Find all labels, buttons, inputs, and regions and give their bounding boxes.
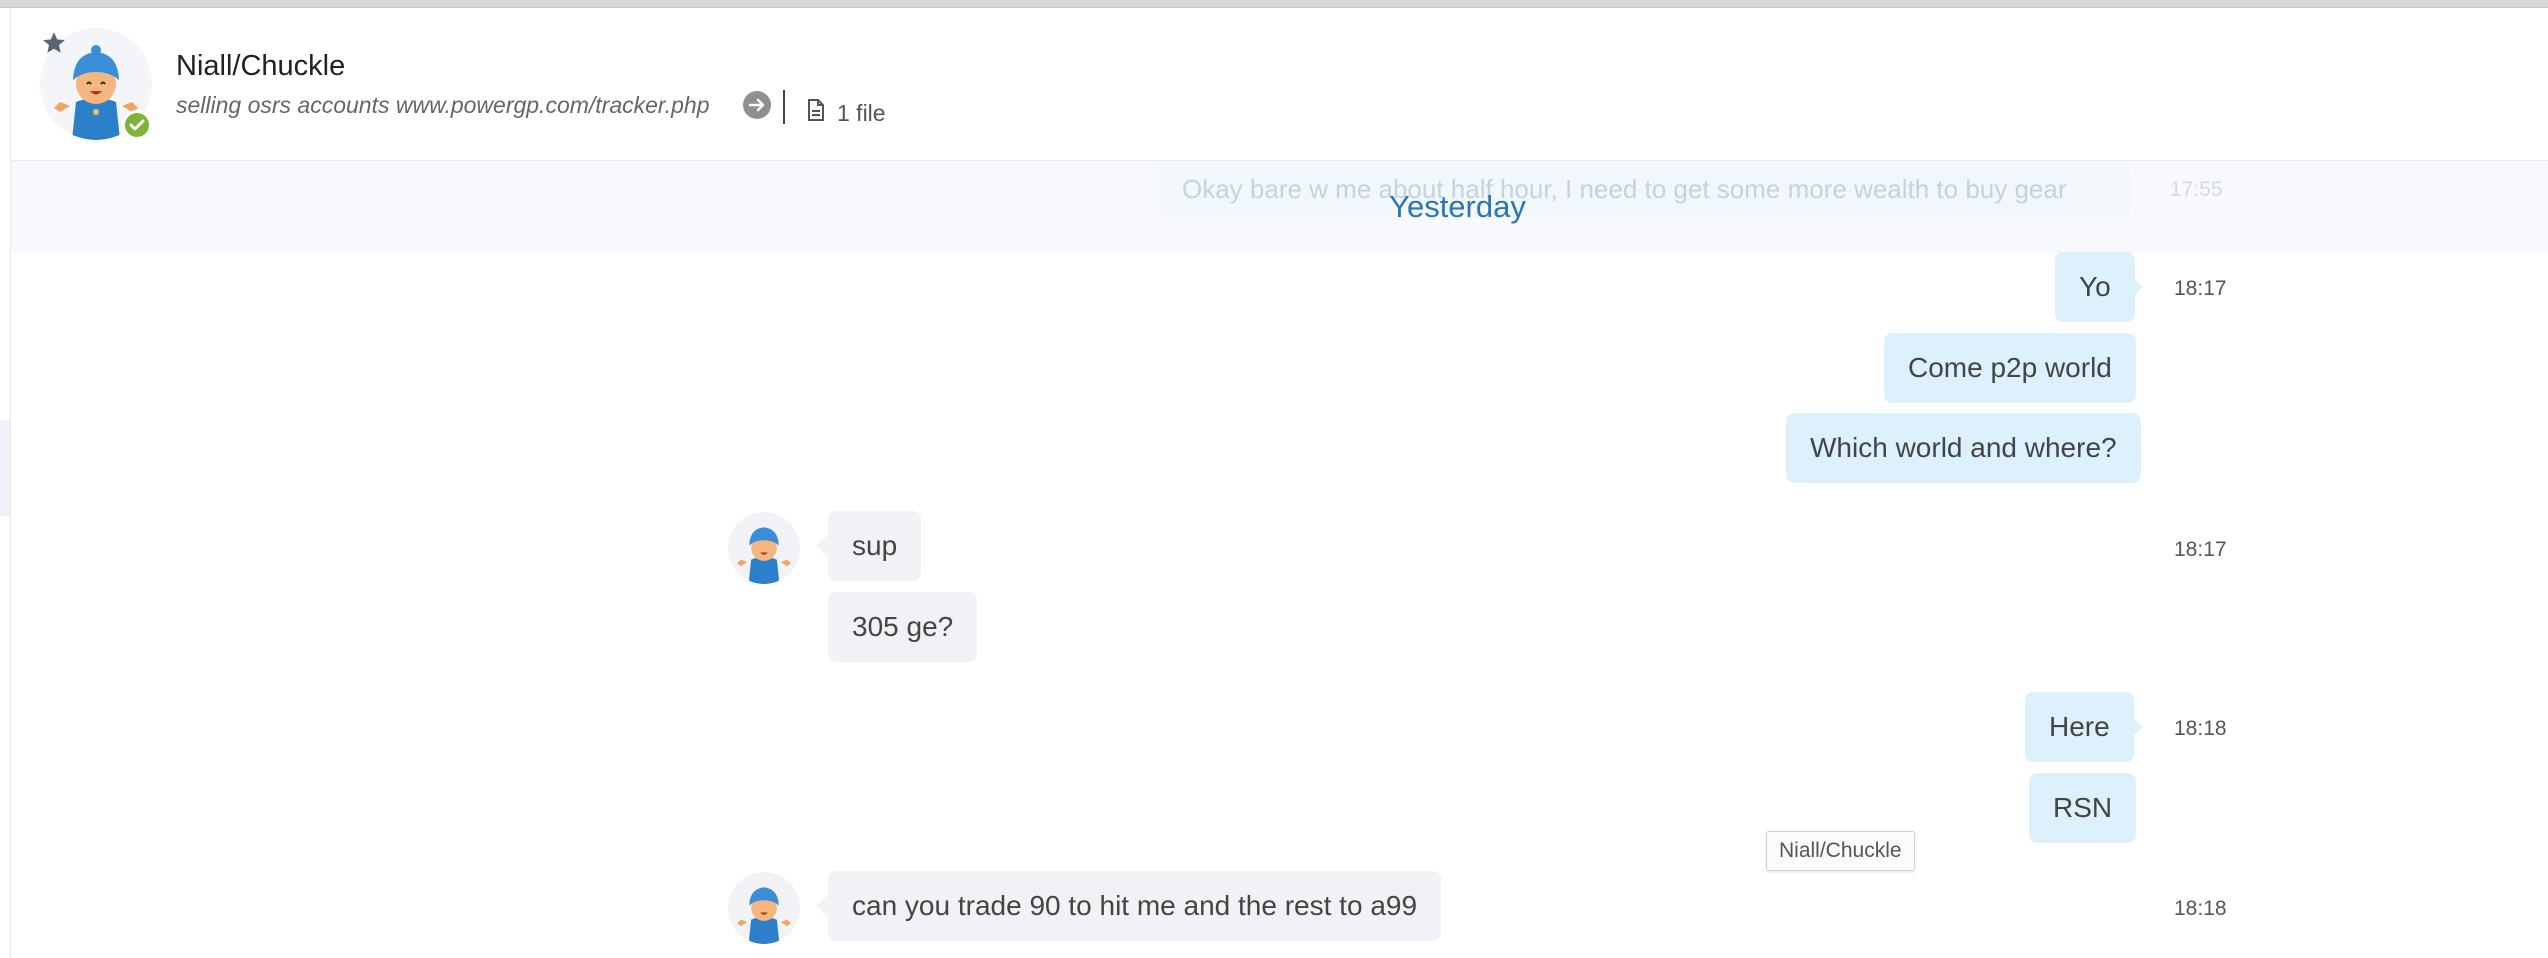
sender-avatar[interactable]: [728, 512, 800, 584]
favorite-star-icon[interactable]: [41, 30, 67, 56]
contact-status-message: selling osrs accounts www.powergp.com/tr…: [176, 92, 710, 118]
previous-message-time: 17:55: [2170, 178, 2223, 201]
message-bubble-incoming[interactable]: can you trade 90 to hit me and the rest …: [828, 871, 1442, 941]
online-status-badge: [122, 110, 152, 140]
contact-name[interactable]: Niall/Chuckle: [176, 50, 345, 83]
window-top-strip: [0, 0, 2548, 8]
bubble-tail: [816, 535, 828, 557]
message-time: 18:17: [2174, 277, 2227, 300]
message-bubble-outgoing[interactable]: Yo: [2055, 252, 2135, 322]
message-bubble-incoming[interactable]: sup: [828, 511, 922, 581]
chat-header: Niall/Chuckle selling osrs accounts www.…: [11, 8, 2548, 161]
sidebar-selection-marker: [0, 420, 10, 516]
shared-files-link[interactable]: 1 file: [837, 100, 886, 127]
sender-name-tooltip: Niall/Chuckle: [1766, 831, 1915, 871]
bubble-tail: [2131, 276, 2143, 298]
message-bubble-outgoing[interactable]: Here: [2025, 692, 2134, 762]
text-cursor-divider: [783, 90, 785, 124]
day-divider-label: Yesterday: [1389, 189, 1526, 224]
sender-avatar[interactable]: [728, 872, 800, 944]
file-icon[interactable]: [806, 98, 826, 122]
bubble-tail: [2131, 716, 2143, 738]
message-time: 18:18: [2174, 897, 2227, 920]
message-time: 18:17: [2174, 538, 2227, 561]
bubble-tail: [816, 895, 828, 917]
arrow-right-circle-icon[interactable]: [742, 90, 772, 120]
checkmark-icon: [129, 119, 145, 131]
message-bubble-outgoing[interactable]: Which world and where?: [1786, 413, 2141, 483]
message-bubble-outgoing[interactable]: Come p2p world: [1884, 333, 2136, 403]
message-time: 18:18: [2174, 717, 2227, 740]
message-bubble-outgoing[interactable]: RSN: [2029, 773, 2137, 843]
message-bubble-incoming[interactable]: 305 ge?: [828, 592, 978, 662]
